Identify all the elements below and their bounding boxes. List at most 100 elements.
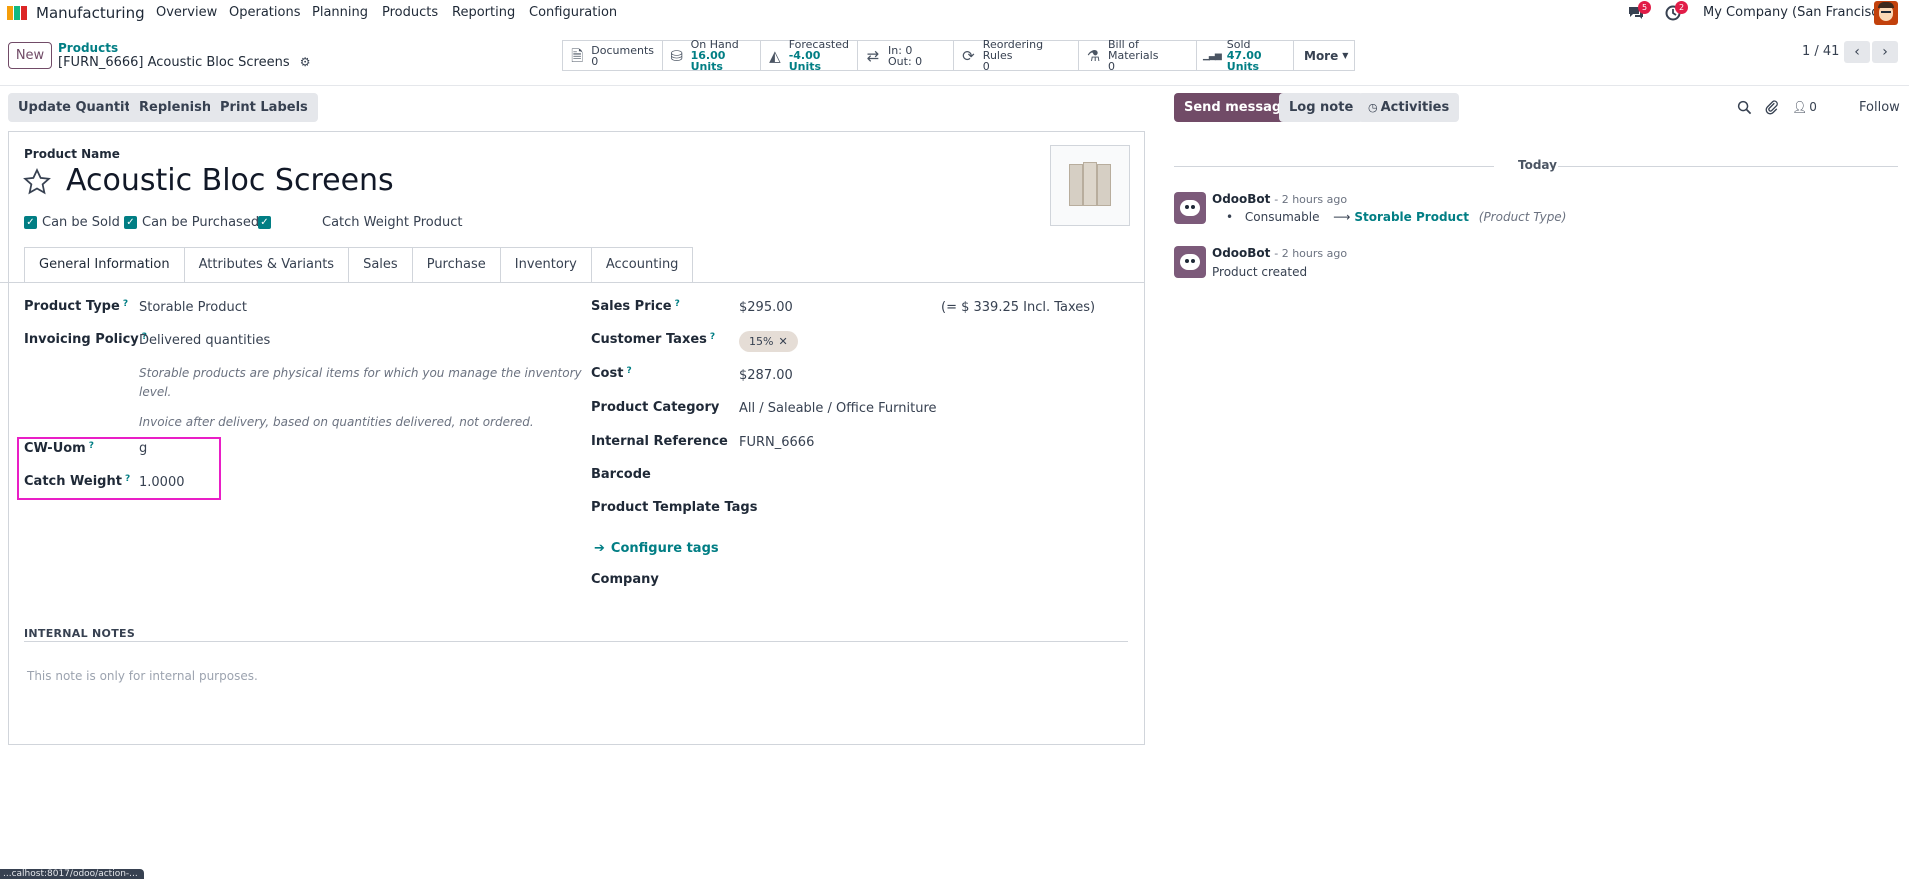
pager-previous-button[interactable]: ‹ [1844,41,1870,63]
messages-icon[interactable]: 5 [1627,1,1651,21]
tab-general-information[interactable]: General Information [24,247,185,283]
today-separator-left [1174,166,1494,167]
menu-reporting[interactable]: Reporting [452,5,515,20]
tax-tag-label: 15% [749,335,774,348]
tab-attributes-variants[interactable]: Attributes & Variants [184,247,350,283]
barcode-field[interactable] [739,465,1119,485]
tab-purchase[interactable]: Purchase [412,247,501,283]
smart-value: -4.00 Units [788,49,822,73]
arrow-right-icon: ➔ [594,541,605,556]
documents-smart-button[interactable]: 🗎 Documents 0 [563,41,663,70]
tab-inventory[interactable]: Inventory [500,247,592,283]
pager-value[interactable]: 1 / 41 [1802,44,1839,59]
cw-uom-field[interactable]: g [139,441,147,456]
menu-products[interactable]: Products [382,5,438,20]
file-icon: 🗎 [571,46,584,65]
bill-of-materials-smart-button[interactable]: ⚗ Bill of Materials 0 [1079,39,1197,73]
can-be-purchased-label: Can be Purchased [142,215,260,230]
more-smart-button[interactable]: More ▼ [1294,41,1354,70]
template-tags-field[interactable] [739,498,1119,518]
internal-reference-label: Internal Reference [591,434,728,449]
user-avatar[interactable] [1874,1,1898,25]
company-switcher[interactable]: My Company (San Francisco) [1703,5,1891,20]
more-label: More [1304,48,1339,63]
signal-icon: ▁▃▅ [1203,50,1222,61]
on-hand-smart-button[interactable]: ⛁ On Hand 16.00 Units [663,39,761,72]
smart-value: 0 [1108,60,1115,73]
breadcrumb-current-record: [FURN_6666] Acoustic Bloc Screens ⚙ [58,55,311,70]
company-field[interactable] [739,570,1119,590]
message-author[interactable]: OdooBot [1212,246,1270,260]
configure-tags-link[interactable]: ➔ Configure tags [594,541,719,556]
smart-label: Documents [591,43,654,57]
menu-planning[interactable]: Planning [312,5,368,20]
activities-button[interactable]: ◷ Activities [1358,93,1460,122]
bullet: • [1226,210,1234,224]
internal-notes-field[interactable]: This note is only for internal purposes. [27,669,258,683]
can-be-purchased-checkbox[interactable]: ✓ [124,216,137,229]
product-image[interactable] [1050,145,1130,226]
activities-badge: 2 [1675,1,1688,14]
log-note-button[interactable]: Log note [1279,93,1364,122]
message-author[interactable]: OdooBot [1212,192,1270,206]
user-icon: 👤︎ [1792,100,1808,114]
smart-label: Reordering Rules [982,38,1044,62]
product-name-field[interactable]: Acoustic Bloc Screens [66,163,394,198]
can-be-sold-label: Can be Sold [42,215,120,230]
pager-next-button[interactable]: › [1872,41,1898,63]
catch-weight-checkbox[interactable]: ✓ [258,216,271,229]
gear-icon[interactable]: ⚙ [300,55,311,69]
today-label: Today [1518,158,1557,172]
storable-hint-line-1: Storable products are physical items for… [139,366,582,380]
record-title: [FURN_6666] Acoustic Bloc Screens [58,55,290,70]
flask-icon: ⚗ [1086,46,1101,65]
smart-value: 0 [591,54,599,68]
can-be-sold-checkbox[interactable]: ✓ [24,216,37,229]
odoobot-avatar[interactable] [1174,246,1206,278]
menu-operations[interactable]: Operations [229,5,300,20]
remove-tag-icon[interactable]: ✕ [778,335,787,348]
cubes-icon: ⛁ [670,46,684,65]
invoicing-policy-field[interactable]: Delivered quantities [139,333,270,348]
smart-buttons-bar: 🗎 Documents 0 ⛁ On Hand 16.00 Units ◭ Fore… [562,38,1355,73]
odoobot-avatar[interactable] [1174,192,1206,224]
activities-clock-icon[interactable]: 2 [1665,1,1688,21]
messages-badge: 5 [1638,1,1651,14]
catch-weight-field[interactable]: 1.0000 [139,475,185,490]
in-out-smart-button[interactable]: ⇄ In: 0 Out: 0 [858,41,954,70]
message-time: - 2 hours ago [1274,247,1348,260]
menu-configuration[interactable]: Configuration [529,5,617,20]
internal-reference-field[interactable]: FURN_6666 [739,435,814,450]
tab-sales[interactable]: Sales [349,247,413,283]
print-labels-button[interactable]: Print Labels [210,93,318,122]
product-category-label: Product Category [591,400,720,415]
cost-field[interactable]: $287.00 [739,368,793,383]
breadcrumb-products[interactable]: Products [58,41,118,55]
product-category-field[interactable]: All / Saleable / Office Furniture [739,401,937,416]
followers-count: 0 [1809,100,1817,114]
sales-price-field[interactable]: $295.00 [739,300,793,315]
forecasted-smart-button[interactable]: ◭ Forecasted -4.00 Units [761,39,858,73]
new-value: Storable Product [1354,210,1469,224]
replenish-button[interactable]: Replenish [129,93,222,122]
company-label: Company [591,572,659,587]
follow-button[interactable]: Follow [1859,100,1900,115]
tracking-change: • Consumable ⟶ Storable Product (Product… [1226,210,1566,224]
new-button[interactable]: New [8,42,52,69]
message-header: OdooBot - 2 hours ago [1212,246,1347,260]
favorite-star-icon[interactable] [22,167,52,197]
menu-overview[interactable]: Overview [156,5,217,20]
paperclip-icon[interactable] [1764,99,1779,119]
sold-smart-button[interactable]: ▁▃▅ Sold 47.00 Units [1197,39,1294,72]
app-title[interactable]: Manufacturing [36,4,145,22]
customer-tax-tag[interactable]: 15% ✕ [739,331,798,352]
tab-accounting[interactable]: Accounting [591,247,694,283]
cw-uom-label: CW-Uom? [24,441,94,456]
search-icon[interactable] [1737,100,1752,119]
manufacturing-app-icon[interactable] [7,6,27,20]
followers-button[interactable]: 👤︎ 0 [1792,100,1817,114]
barcode-label: Barcode [591,467,651,482]
product-type-field[interactable]: Storable Product [139,300,247,315]
form-tabs: General Information Attributes & Variant… [24,247,694,283]
reordering-rules-smart-button[interactable]: ⟳ Reordering Rules 0 [954,38,1079,72]
